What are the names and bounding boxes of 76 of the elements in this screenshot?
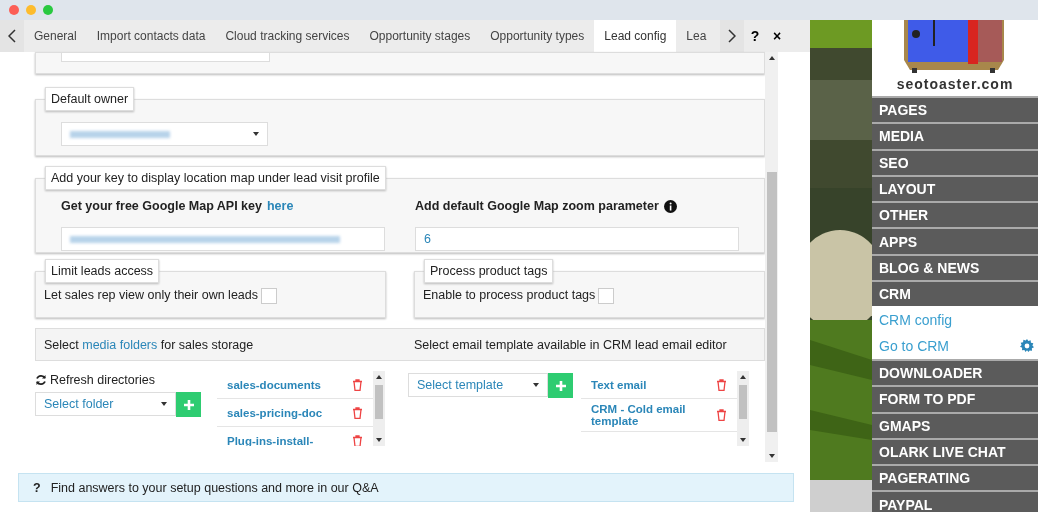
tab[interactable]: Opportunity types <box>480 20 595 52</box>
menu-item[interactable]: OLARK LIVE CHAT <box>872 437 1038 465</box>
add-button[interactable] <box>548 373 573 398</box>
refresh-label[interactable]: Refresh directories <box>50 373 155 387</box>
checkbox[interactable] <box>261 288 277 304</box>
here-link[interactable]: here <box>267 199 294 213</box>
tab[interactable]: Import contacts data <box>86 20 216 52</box>
menu-item[interactable]: OTHER <box>872 201 1038 228</box>
chevron-right-icon <box>728 29 736 43</box>
menu-item[interactable]: MEDIA <box>872 122 1038 149</box>
folder-name[interactable]: sales-documents <box>227 378 321 391</box>
chevron-left-icon <box>8 29 16 43</box>
close-button[interactable]: × <box>766 20 788 52</box>
trash-icon[interactable] <box>716 378 727 391</box>
question-icon: ? <box>33 480 41 495</box>
add-button[interactable] <box>176 392 201 417</box>
menu-item[interactable]: PAYPAL <box>872 490 1038 512</box>
scroll-left-button[interactable] <box>0 20 24 52</box>
select-field[interactable] <box>61 53 270 62</box>
menu-item[interactable]: DOWNLOADER <box>872 358 1038 386</box>
caret-icon <box>533 383 539 387</box>
zoom-field[interactable]: 6 <box>415 227 739 251</box>
caret-icon <box>253 132 259 136</box>
trash-icon[interactable] <box>352 406 363 419</box>
trash-icon[interactable] <box>352 378 363 391</box>
scroll-right-button[interactable] <box>720 20 744 52</box>
api-key-field[interactable] <box>61 227 385 251</box>
plus-icon <box>182 398 195 411</box>
section-legend: Process product tags <box>424 259 554 283</box>
section-legend: Limit leads access <box>45 259 160 283</box>
trash-icon[interactable] <box>352 434 363 446</box>
section-legend: Default owner <box>45 87 135 111</box>
plus-icon <box>554 379 567 392</box>
field-label: Get your free Google Map API key <box>61 199 262 213</box>
close-window-icon[interactable] <box>9 5 19 15</box>
email-description: Select email template available in CRM lead email editor <box>414 337 727 352</box>
scrollbar[interactable] <box>765 52 778 462</box>
checkbox[interactable] <box>598 288 615 304</box>
refresh-icon[interactable] <box>35 374 47 386</box>
menu-item[interactable]: FORM TO PDF <box>872 385 1038 412</box>
menu-item[interactable]: PAGERATING <box>872 464 1038 491</box>
tab[interactable]: General <box>24 20 87 52</box>
menu-item[interactable]: CRM <box>872 280 1038 307</box>
trash-icon[interactable] <box>716 409 727 421</box>
template-select[interactable]: Select template <box>408 373 548 397</box>
help-button[interactable]: ? <box>744 20 766 52</box>
help-text[interactable]: Find answers to your setup questions and more in our Q&A <box>50 480 379 495</box>
checkbox-label: Enable to process product tags <box>423 288 596 302</box>
info-icon[interactable] <box>663 199 677 213</box>
checkbox-label: Let sales rep view only their own leads <box>44 288 258 302</box>
menu-item[interactable]: BLOG & NEWS <box>872 253 1038 281</box>
section-legend: Add your key to display location map under lead visit profile <box>45 166 386 190</box>
template-name[interactable]: Text email <box>591 378 647 391</box>
gear-icon[interactable] <box>1020 338 1034 353</box>
logo-text: seotoaster.com <box>896 76 1014 92</box>
menu-item[interactable]: SEO <box>872 148 1038 175</box>
tab[interactable]: Lea <box>676 20 717 52</box>
menu-item[interactable]: PAGES <box>872 96 1038 123</box>
scrollbar[interactable] <box>373 371 385 446</box>
scrollbar[interactable] <box>737 371 749 446</box>
media-folders-link[interactable]: media folders <box>82 337 158 352</box>
zoom-window-icon[interactable] <box>43 5 53 15</box>
folder-name[interactable]: Plug-ins-install- <box>227 434 314 446</box>
folder-select[interactable]: Select folder <box>35 392 176 416</box>
caret-icon <box>161 402 167 406</box>
owner-select[interactable] <box>61 122 268 146</box>
tab[interactable]: Lead config <box>594 20 677 52</box>
menu-item[interactable]: LAYOUT <box>872 174 1038 202</box>
media-description: Select media folders for sales storage <box>44 337 254 352</box>
menu-item[interactable]: GMAPS <box>872 411 1038 438</box>
template-name[interactable]: CRM - Cold email template <box>591 403 711 427</box>
field-label: Add default Google Map zoom parameter <box>415 199 659 213</box>
folder-name[interactable]: sales-pricing-doc <box>227 406 323 419</box>
menu-item[interactable]: APPS <box>872 227 1038 254</box>
tab[interactable]: Opportunity stages <box>359 20 481 52</box>
tab[interactable]: Cloud tracking services <box>215 20 360 52</box>
